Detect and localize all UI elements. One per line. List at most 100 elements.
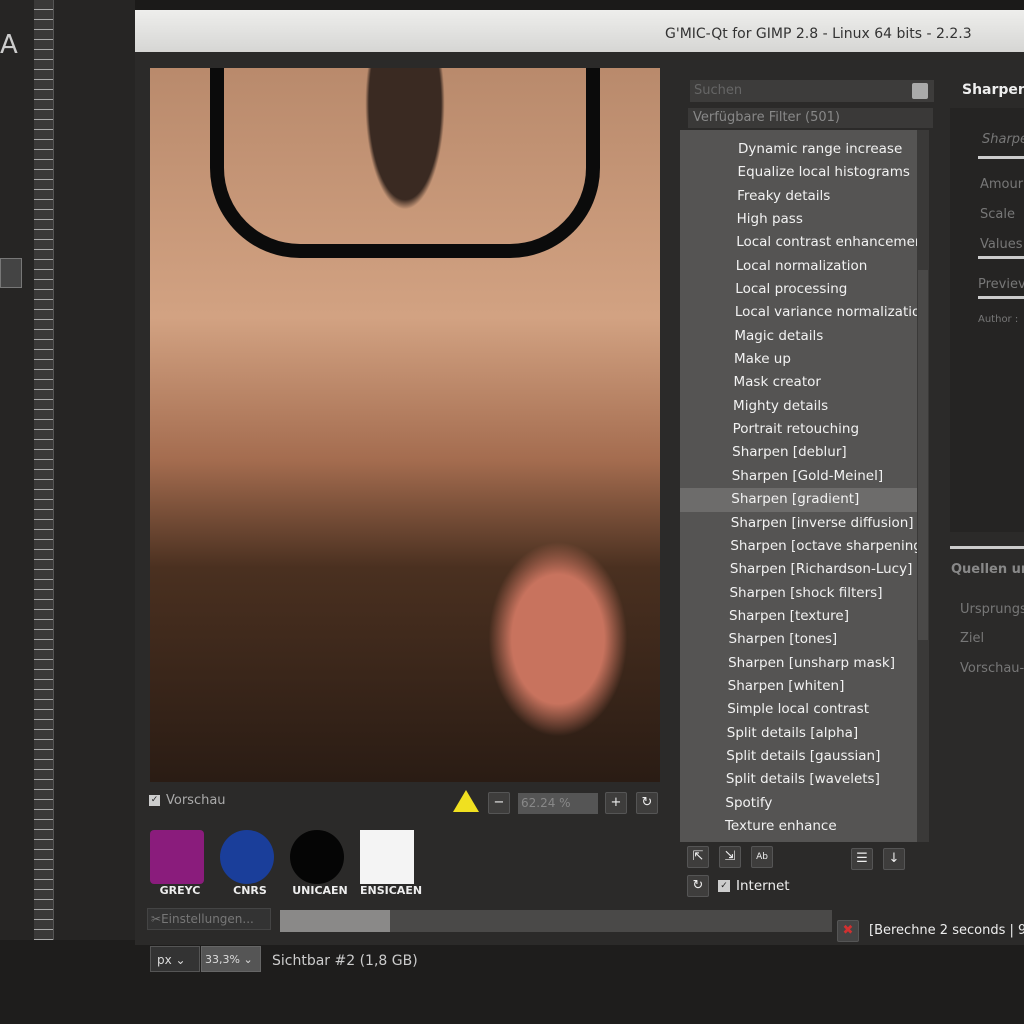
filter-item[interactable]: High pass [680,208,917,231]
internet-checkbox[interactable]: ✓ Internet [718,878,790,894]
settings-label: Einstellungen... [161,912,254,926]
filter-item[interactable]: Portrait retouching [680,418,917,441]
param-label: Values [980,237,1023,252]
checkbox-icon: ✓ [718,880,730,892]
glasses-shape [210,68,600,258]
filter-item[interactable]: Mighty details [680,395,917,418]
filter-item[interactable]: Local contrast enhancement [680,231,917,254]
unit-value: px [157,953,172,967]
cancel-icon[interactable]: ✖ [837,920,859,942]
filter-item[interactable]: Sharpen [deblur] [680,441,917,464]
unit-select[interactable]: px ⌄ [150,946,200,972]
filter-item[interactable]: Split details [alpha] [680,722,917,745]
source-label: Ursprungs [960,602,1024,617]
gimp-toolbox: A [0,0,135,1024]
search-input[interactable]: Suchen [690,80,934,102]
param-label: Scale [980,207,1015,222]
filter-item[interactable]: Sharpen [unsharp mask] [680,652,917,675]
reset-zoom-button[interactable]: ↻ [636,792,658,814]
window-title: G'MIC-Qt for GIMP 2.8 - Linux 64 bits - … [665,26,972,42]
filter-item[interactable]: Sharpen [gradient] [680,488,917,512]
source-label: Ziel [960,631,985,646]
separator [978,296,1024,299]
download-icon[interactable]: ↓ [883,848,905,870]
filter-item[interactable]: Split details [gaussian] [680,745,917,768]
filter-title: Sharpen [962,82,1024,98]
filter-item[interactable]: Texture enhance [680,815,917,838]
separator [950,546,1024,549]
filter-item[interactable]: Split details [wavelets] [680,768,917,791]
checkbox-icon: ✓ [149,795,160,806]
filter-item[interactable]: Freaky details [680,185,917,208]
status-text: [Berechne 2 seconds | 98 [869,923,1024,938]
warning-icon [453,790,479,812]
author-label: Author : [978,314,1019,325]
gmic-window: G'MIC-Qt for GIMP 2.8 - Linux 64 bits - … [135,10,1024,945]
logo-ensicaen: ENSICAEN [360,830,423,897]
filter-params-panel: Sharpe Amour Scale Values Previev Author… [950,108,1024,532]
expand-collapse-button[interactable]: ☰ [851,848,873,870]
logo-unicaen: UNICAEN [290,830,350,897]
logo-caption: CNRS [233,884,267,897]
search-placeholder: Suchen [694,83,743,98]
filter-item[interactable]: Simple local contrast [680,698,917,721]
filter-item[interactable]: Local variance normalization [680,301,917,324]
preview-label: Vorschau [166,793,226,808]
filter-item[interactable]: Sharpen [octave sharpening] [680,535,917,558]
remove-fave-button[interactable]: ⇲ [719,846,741,868]
zoom-value: 62.24 % [521,796,571,810]
logo-caption: GREYC [159,884,201,897]
filter-list-header[interactable]: Verfügbare Filter (501) [688,108,933,128]
search-icon[interactable] [912,83,928,99]
filter-item[interactable]: Sharpen [shock filters] [680,582,917,605]
filter-item[interactable]: Sharpen [inverse diffusion] [680,512,917,535]
zoom-out-button[interactable]: − [488,792,510,814]
title-bar: G'MIC-Qt for GIMP 2.8 - Linux 64 bits - … [135,10,1024,52]
filter-item[interactable]: Make up [680,348,917,371]
logos: GREYC CNRS UNICAEN ENSICAEN [150,830,423,897]
preview-image[interactable] [150,68,660,782]
filter-list: Dynamic range increase Equalize local his… [680,130,917,842]
add-fave-button[interactable]: ⇱ [687,846,709,868]
filter-item[interactable]: Sharpen [tones] [680,628,917,651]
preview-checkbox[interactable]: ✓ Vorschau [149,793,226,808]
filter-item[interactable]: Magic details [680,325,917,348]
param-section: Sharpe [982,132,1024,147]
settings-button[interactable]: ✂Einstellungen... [147,908,271,930]
internet-label: Internet [736,878,790,894]
separator [978,156,1024,159]
logo-caption: UNICAEN [292,884,348,897]
spin-box[interactable] [0,258,22,288]
filter-count: Verfügbare Filter (501) [693,110,840,125]
filter-item[interactable]: Sharpen [Gold-Meinel] [680,465,917,488]
text-tool-icon[interactable]: A [0,30,18,60]
scrollbar-thumb[interactable] [918,270,928,640]
zoom-in-button[interactable]: + [605,792,627,814]
zoom-value: 33,3% [205,953,240,966]
source-label: Vorschau- [960,661,1024,676]
logo-greyc: GREYC [150,830,210,897]
filter-item[interactable]: Sharpen [Richardson-Lucy] [680,558,917,581]
filter-item[interactable]: Dynamic range increase [680,138,917,161]
filter-item[interactable]: Sharpen [whiten] [680,675,917,698]
filter-item[interactable]: Sharpen [texture] [680,605,917,628]
filter-item[interactable]: Mask creator [680,371,917,394]
filter-item[interactable]: Local processing [680,278,917,301]
filter-item[interactable]: Tone enhance [680,838,917,842]
param-label: Previev [978,277,1024,292]
layer-status: Sichtbar #2 (1,8 GB) [272,953,418,969]
zoom-select[interactable]: 33,3% ⌄ [201,946,261,972]
zoom-field[interactable]: 62.24 % [518,793,598,814]
filter-item[interactable]: Local normalization [680,255,917,278]
separator [978,256,1024,259]
gimp-statusbar: px ⌄ 33,3% ⌄ Sichtbar #2 (1,8 GB) [0,940,1024,1024]
rename-fave-button[interactable]: Ab [751,846,773,868]
logo-cnrs: CNRS [220,830,280,897]
filter-item[interactable]: Spotify [680,792,917,815]
logo-caption: ENSICAEN [360,884,423,897]
sources-title: Quellen ur [951,562,1024,577]
filter-item[interactable]: Equalize local histograms [680,161,917,184]
param-label: Amour [980,177,1024,192]
progress-fill [280,910,391,932]
refresh-button[interactable]: ↻ [687,875,709,897]
